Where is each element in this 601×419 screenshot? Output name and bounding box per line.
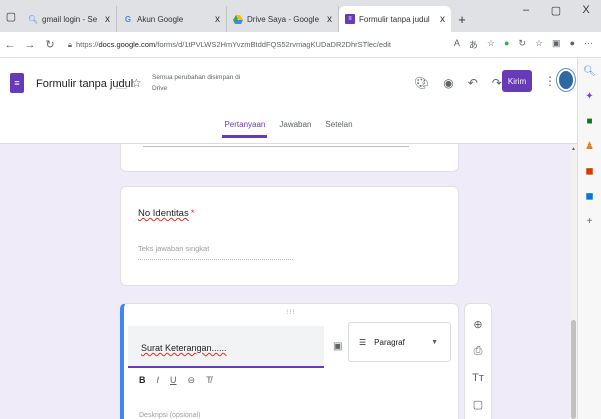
google-icon: G xyxy=(124,14,132,24)
address-bar: ← → ↻ 🔒︎ https://docs.google.com/forms/d… xyxy=(0,32,601,58)
required-marker: * xyxy=(190,208,195,219)
browser-tab-drive[interactable]: Drive Saya - Google Drive x xyxy=(227,6,339,32)
close-window-button[interactable]: X xyxy=(571,4,601,17)
back-icon[interactable]: ← xyxy=(0,39,20,51)
forms-header: ≡ Formulir tanpa judul 🗀 ☆ Semua perubah… xyxy=(0,58,577,144)
search-icon: 🔍︎ xyxy=(27,14,39,24)
format-toolbar: B I U ⊖ T̸ xyxy=(139,375,212,386)
favorite-add-icon[interactable]: ☆ xyxy=(487,38,495,51)
more-vert-icon[interactable]: ⋮ xyxy=(544,74,556,88)
window-controls: – ▢ X xyxy=(511,4,601,17)
browser-tab-account[interactable]: G Akun Google x xyxy=(117,6,227,32)
scroll-thumb[interactable] xyxy=(571,320,576,419)
bold-icon[interactable]: B xyxy=(139,375,146,386)
collections-icon[interactable]: ▣ xyxy=(552,38,561,51)
drag-handle[interactable]: ⁝⁝⁝ xyxy=(124,308,458,316)
forms-tabs: Pertanyaan Jawaban Setelan xyxy=(0,120,577,138)
browser-toolbar: A あ ☆ ● ↻ ☆ ▣ ● ··· xyxy=(454,38,601,51)
header-icons: 🎨︎ ◉ ↶ ↷ xyxy=(414,76,502,90)
scroll-up-icon[interactable]: ▲ xyxy=(570,146,577,152)
avatar[interactable] xyxy=(557,69,575,91)
question-card-active[interactable]: ⁝⁝⁝ Surat Keterangan...... ▣ ☰ Paragraf … xyxy=(120,303,459,419)
lock-icon: 🔒︎ xyxy=(68,39,72,49)
new-tab-button[interactable]: + xyxy=(451,6,473,32)
palette-icon[interactable]: 🎨︎ xyxy=(414,76,429,90)
clear-format-icon[interactable]: T̸ xyxy=(206,375,212,386)
read-aloud-icon[interactable]: A xyxy=(454,38,460,51)
undo-icon[interactable]: ↶ xyxy=(468,76,478,90)
question-card-previous[interactable] xyxy=(120,144,459,172)
import-question-icon[interactable]: ⎙ xyxy=(474,345,483,358)
add-title-icon[interactable]: Tт xyxy=(472,372,484,384)
add-icon[interactable]: + xyxy=(587,216,593,227)
description-hint: Deskripsi (opsional) xyxy=(139,412,201,419)
preview-icon[interactable]: ◉ xyxy=(443,76,453,90)
browser-tab-forms[interactable]: ≡ Formulir tanpa judul - Google F... x xyxy=(339,6,451,32)
refresh-extension-icon[interactable]: ↻ xyxy=(518,38,526,51)
redo-icon[interactable]: ↷ xyxy=(492,76,502,90)
tab-responses[interactable]: Jawaban xyxy=(277,120,313,138)
sparkle-icon[interactable]: ✦ xyxy=(585,91,593,102)
minimize-button[interactable]: – xyxy=(511,4,541,17)
outlook-icon[interactable]: ◼ xyxy=(585,191,593,202)
paragraph-icon: ☰ xyxy=(359,337,367,347)
close-icon[interactable]: x xyxy=(436,14,445,25)
short-answer-hint: Teks jawaban singkat xyxy=(138,244,293,260)
forward-icon[interactable]: → xyxy=(20,39,40,51)
close-icon[interactable]: x xyxy=(101,14,110,25)
refresh-icon[interactable]: ↻ xyxy=(40,38,60,51)
edge-sidebar: 🔍︎ ✦ ■ ♟ ◼ ◼ + xyxy=(577,58,601,419)
translate-icon[interactable]: あ xyxy=(469,38,478,51)
url-field[interactable]: 🔒︎ https://docs.google.com/forms/d/1tPVL… xyxy=(68,40,454,50)
extension-icon[interactable]: ● xyxy=(504,38,509,51)
italic-icon[interactable]: I xyxy=(157,375,160,386)
divider xyxy=(143,146,409,147)
tab-questions[interactable]: Pertanyaan xyxy=(222,120,268,138)
question-title-input[interactable]: Surat Keterangan...... xyxy=(128,326,324,368)
link-icon[interactable]: ⊖ xyxy=(188,375,196,386)
star-icon[interactable]: ☆ xyxy=(131,76,142,90)
close-icon[interactable]: x xyxy=(323,14,332,25)
add-image-icon[interactable]: ▢ xyxy=(473,398,483,411)
saved-status: Semua perubahan disimpan di Drive xyxy=(152,74,241,92)
send-button[interactable]: Kirim xyxy=(502,70,532,92)
forms-logo-icon[interactable]: ≡ xyxy=(10,73,24,93)
folder-icon[interactable]: 🗀 xyxy=(116,77,127,96)
search-icon[interactable]: 🔍︎ xyxy=(583,66,596,77)
tab-settings[interactable]: Setelan xyxy=(323,120,354,138)
question-card[interactable]: No Identitas * Teks jawaban singkat xyxy=(120,186,459,286)
close-icon[interactable]: x xyxy=(211,14,220,25)
forms-icon: ≡ xyxy=(345,14,355,24)
office-icon[interactable]: ◼ xyxy=(585,166,593,177)
briefcase-icon[interactable]: ■ xyxy=(586,116,592,127)
menu-icon[interactable]: ··· xyxy=(584,38,593,51)
floating-toolbar: ⊕ ⎙ Tт ▢ xyxy=(464,303,492,419)
question-title: No Identitas * xyxy=(138,208,195,219)
add-question-icon[interactable]: ⊕ xyxy=(473,318,482,331)
image-icon[interactable]: ▣ xyxy=(333,341,342,352)
profile-icon[interactable]: ● xyxy=(570,38,575,51)
maximize-button[interactable]: ▢ xyxy=(541,4,571,17)
browser-tab-bar: ▢ 🔍︎ gmail login - Search x G Akun Googl… xyxy=(0,0,601,32)
browser-tab-search[interactable]: 🔍︎ gmail login - Search x xyxy=(22,6,117,32)
underline-icon[interactable]: U xyxy=(170,375,177,386)
drive-icon xyxy=(233,14,243,24)
question-type-select[interactable]: ☰ Paragraf ▼ xyxy=(348,322,451,362)
games-icon[interactable]: ♟ xyxy=(585,141,594,152)
dropdown-arrow-icon: ▼ xyxy=(431,338,438,346)
tab-actions-icon[interactable]: ▢ xyxy=(0,0,22,32)
favorites-icon[interactable]: ☆ xyxy=(535,38,543,51)
